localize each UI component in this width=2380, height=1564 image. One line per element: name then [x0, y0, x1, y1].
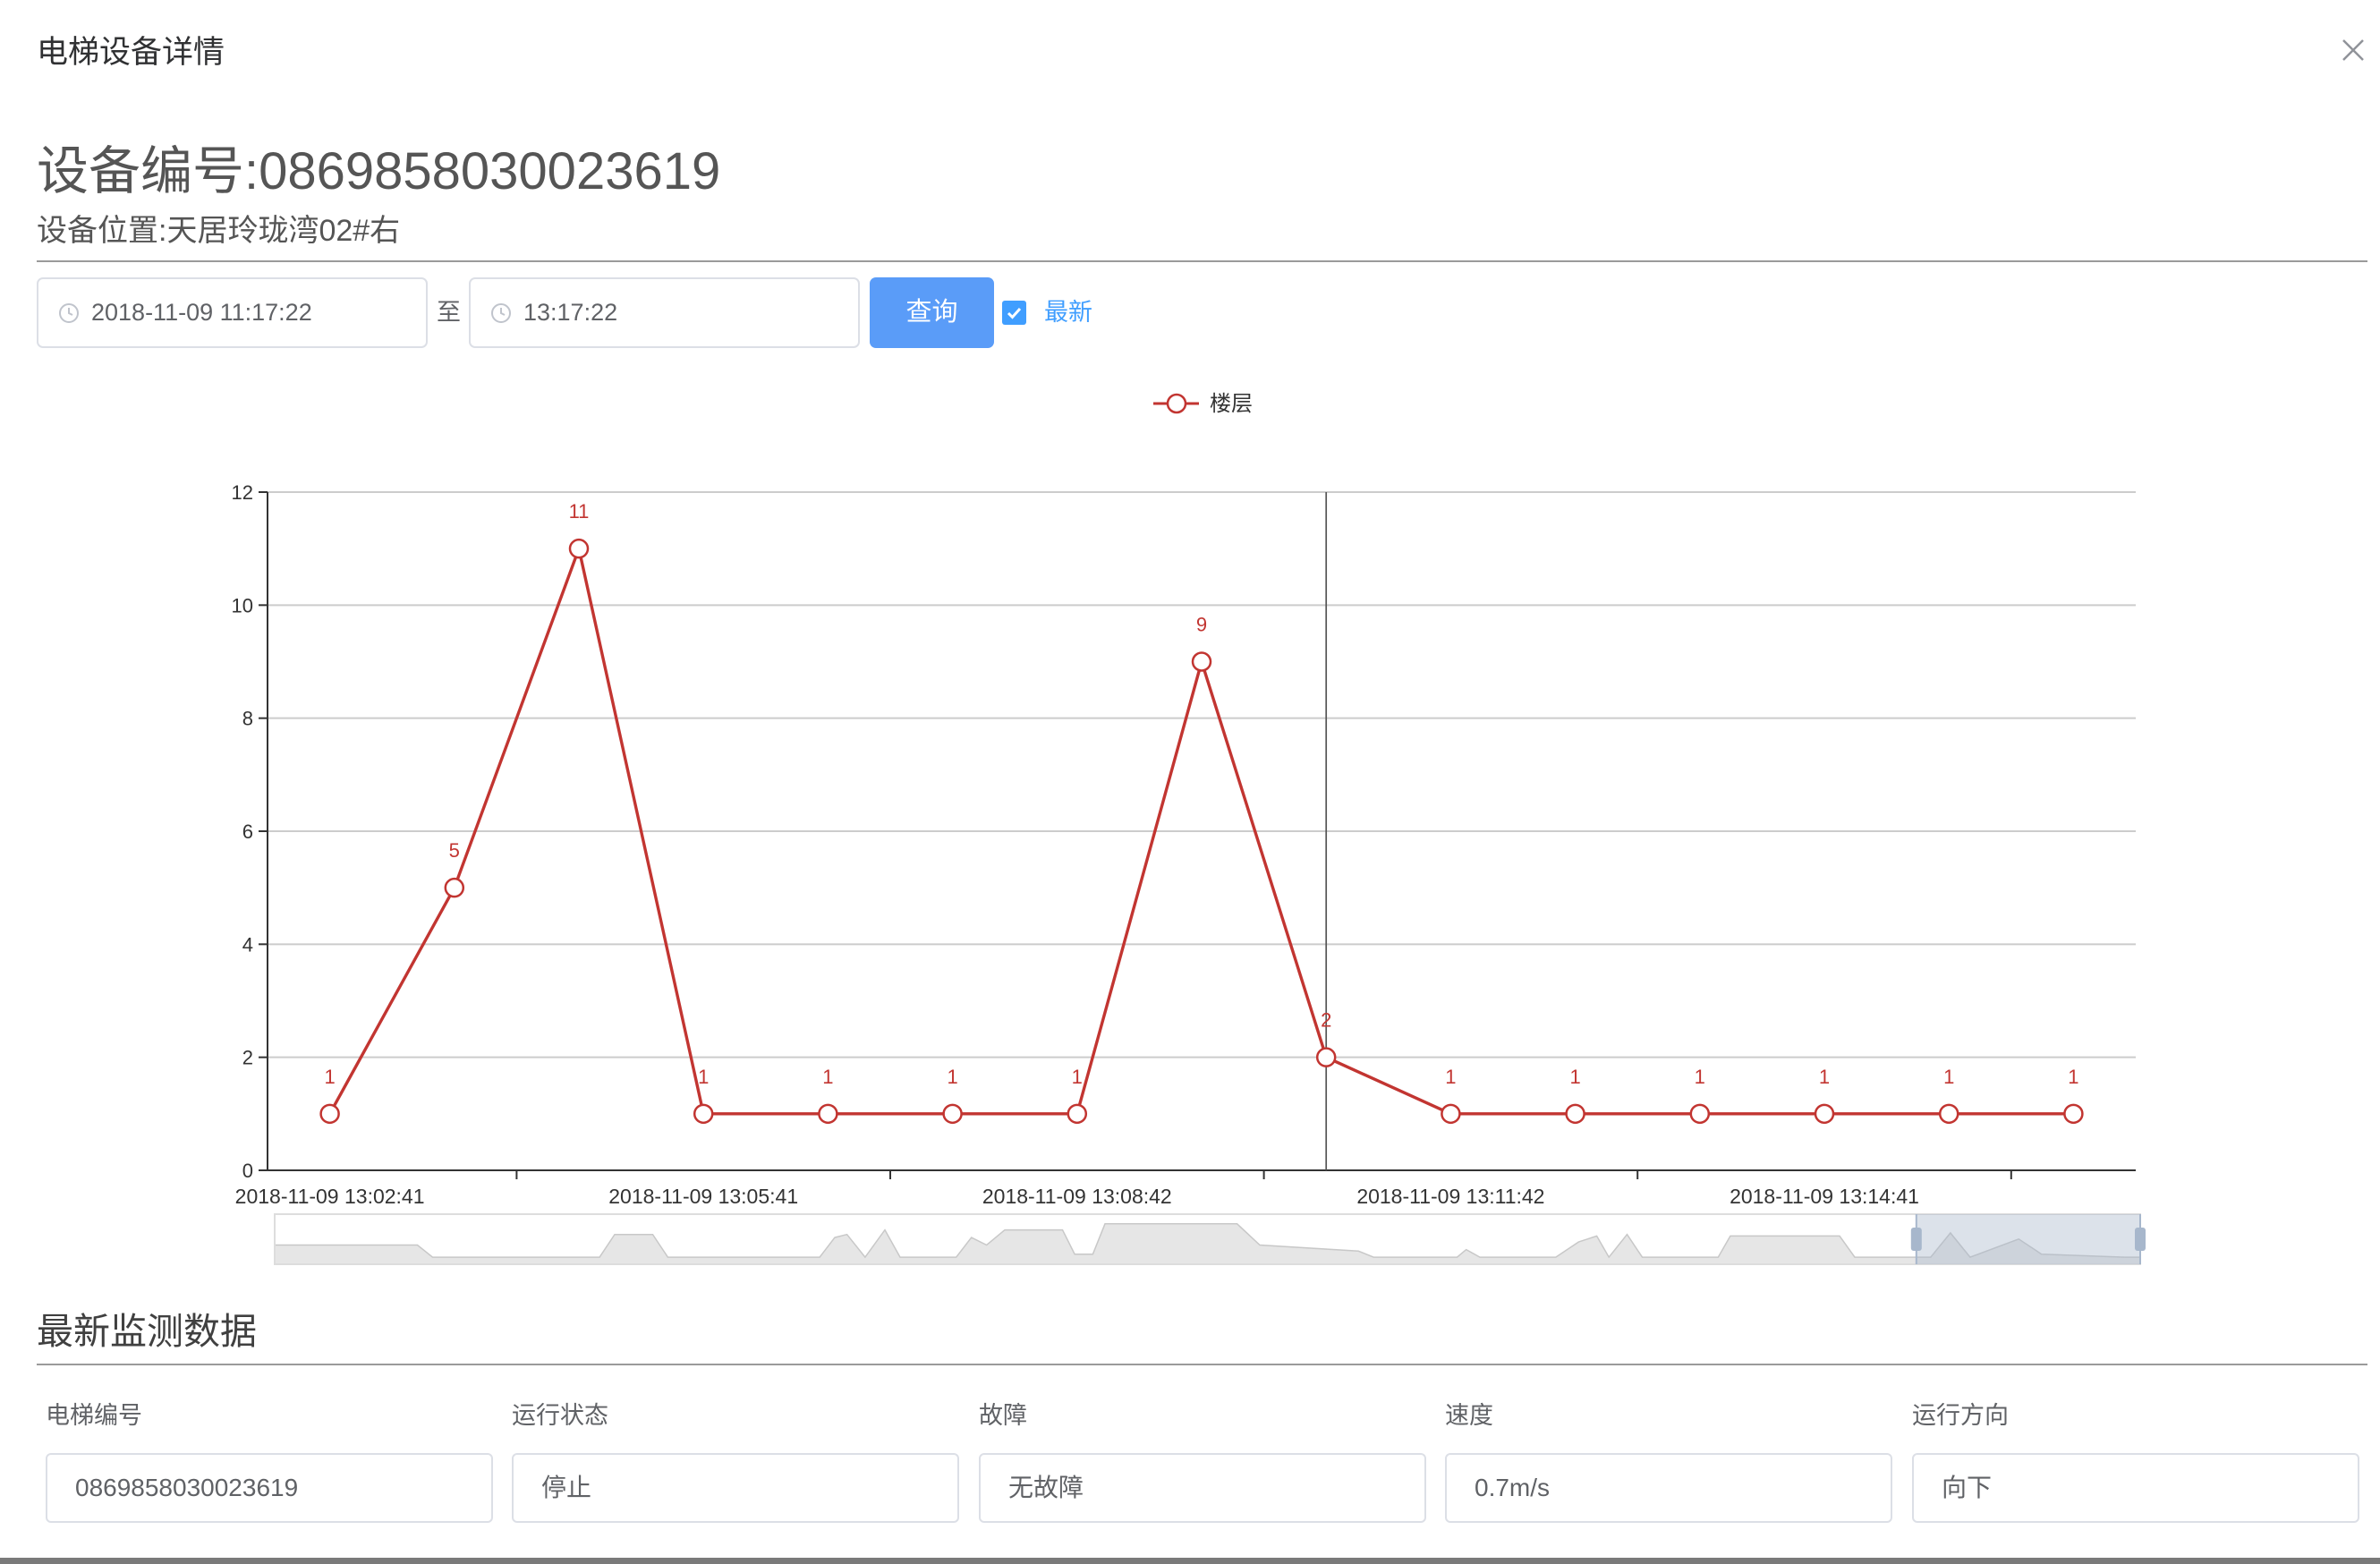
- x-tick-label: 2018-11-09 13:05:41: [608, 1185, 798, 1208]
- y-tick-label: 2: [242, 1047, 253, 1069]
- data-label: 1: [1695, 1066, 1705, 1088]
- query-button[interactable]: 查询: [870, 277, 994, 348]
- data-zoom-window[interactable]: [1916, 1214, 2140, 1264]
- data-label: 1: [698, 1066, 709, 1088]
- field-value: 无故障: [1008, 1474, 1084, 1501]
- range-separator: 至: [437, 299, 461, 326]
- data-point[interactable]: [942, 1103, 963, 1125]
- field-direction: 向下: [1912, 1453, 2359, 1523]
- field-value: 0.7m/s: [1475, 1474, 1551, 1501]
- data-point[interactable]: [444, 877, 465, 898]
- check-icon: [1007, 307, 1022, 319]
- device-number: 设备编号:0869858030023619: [37, 142, 721, 200]
- section-divider: [37, 1364, 2367, 1365]
- end-time-value: 13:17:22: [523, 299, 618, 326]
- field-speed: 0.7m/s: [1445, 1453, 1892, 1523]
- data-label: 1: [947, 1066, 957, 1088]
- data-point[interactable]: [568, 538, 590, 559]
- y-tick-label: 6: [242, 820, 253, 843]
- legend-label[interactable]: 楼层: [1210, 392, 1253, 416]
- y-tick-label: 12: [232, 481, 253, 504]
- data-label: 1: [822, 1066, 833, 1088]
- latest-data-title: 最新监测数据: [37, 1311, 257, 1352]
- clock-icon: [59, 303, 79, 323]
- chart-canvas: 楼层0246810122018-11-09 13:02:41 2018-11-09…: [232, 392, 2146, 1265]
- field-value: 0869858030023619: [75, 1474, 299, 1501]
- data-zoom-start-handle[interactable]: [1910, 1228, 1922, 1251]
- close-icon: [2342, 39, 2364, 61]
- field-value: 停止: [541, 1474, 592, 1501]
- field-fault: 无故障: [979, 1453, 1426, 1523]
- field-value: 向下: [1942, 1474, 1993, 1501]
- field-label-speed: 速度: [1445, 1402, 1493, 1429]
- data-label: 1: [324, 1066, 335, 1088]
- legend-marker-swatch: [1166, 393, 1187, 414]
- start-time-value: 2018-11-09 11:17:22: [91, 299, 312, 326]
- data-point[interactable]: [319, 1103, 340, 1125]
- data-point[interactable]: [1441, 1103, 1461, 1125]
- data-label: 1: [1445, 1066, 1456, 1088]
- header-divider: [37, 260, 2367, 262]
- x-tick-label: 2018-11-09 13:11:42: [1356, 1185, 1544, 1208]
- data-zoom-preview: [274, 1223, 2141, 1265]
- data-label: 1: [2068, 1066, 2078, 1088]
- field-label-direction: 运行方向: [1912, 1402, 2009, 1429]
- y-tick-label: 0: [242, 1160, 253, 1182]
- data-point[interactable]: [1067, 1103, 1088, 1125]
- latest-checkbox[interactable]: [1002, 301, 1026, 325]
- data-label: 1: [1943, 1066, 1954, 1088]
- data-label: 2: [1321, 1009, 1331, 1032]
- data-point[interactable]: [1689, 1103, 1711, 1125]
- y-tick-label: 4: [242, 933, 253, 956]
- device-location: 设备位置:天居玲珑湾02#右: [37, 214, 401, 248]
- field-label-run-status: 运行状态: [512, 1402, 608, 1429]
- data-zoom-end-handle[interactable]: [2135, 1228, 2146, 1251]
- data-point[interactable]: [693, 1103, 714, 1125]
- data-point[interactable]: [1938, 1103, 1959, 1125]
- floor-line-chart: 楼层 0 2 4 6 8 10 12 2018-11-09 13:02:41 2018-11-09…: [0, 376, 2380, 1279]
- x-tick-label: 2018-11-09 13:08:42: [982, 1185, 1172, 1208]
- data-point[interactable]: [1315, 1047, 1337, 1067]
- y-tick-label: 10: [232, 594, 253, 616]
- data-point[interactable]: [2063, 1103, 2084, 1125]
- field-label-fault: 故障: [979, 1402, 1027, 1429]
- latest-checkbox-label[interactable]: 最新: [1044, 277, 1092, 348]
- clock-icon: [491, 303, 511, 323]
- x-tick-label: 2018-11-09 13:02:41: [235, 1185, 425, 1208]
- start-time-input[interactable]: 2018-11-09 11:17:22: [37, 277, 428, 348]
- field-label-elevator-no: 电梯编号: [46, 1402, 142, 1429]
- data-label: 1: [1569, 1066, 1580, 1088]
- y-tick-label: 8: [242, 708, 253, 730]
- x-tick-label: 2018-11-09 13:14:41: [1730, 1185, 1919, 1208]
- dialog-bottom-edge: [0, 1558, 2380, 1564]
- dialog-title: 电梯设备详情: [37, 35, 225, 70]
- data-label: 11: [569, 500, 590, 523]
- data-label: 1: [1072, 1066, 1083, 1088]
- field-run-status: 停止: [512, 1453, 959, 1523]
- data-label: 5: [449, 839, 460, 862]
- data-point[interactable]: [818, 1103, 838, 1125]
- close-button[interactable]: [2339, 36, 2367, 64]
- data-point[interactable]: [1814, 1103, 1835, 1125]
- end-time-input[interactable]: 13:17:22: [469, 277, 860, 348]
- data-label: 1: [1819, 1066, 1830, 1088]
- data-point[interactable]: [1565, 1103, 1585, 1125]
- data-label: 9: [1196, 614, 1207, 636]
- data-point[interactable]: [1191, 651, 1212, 672]
- field-elevator-no: 0869858030023619: [46, 1453, 493, 1523]
